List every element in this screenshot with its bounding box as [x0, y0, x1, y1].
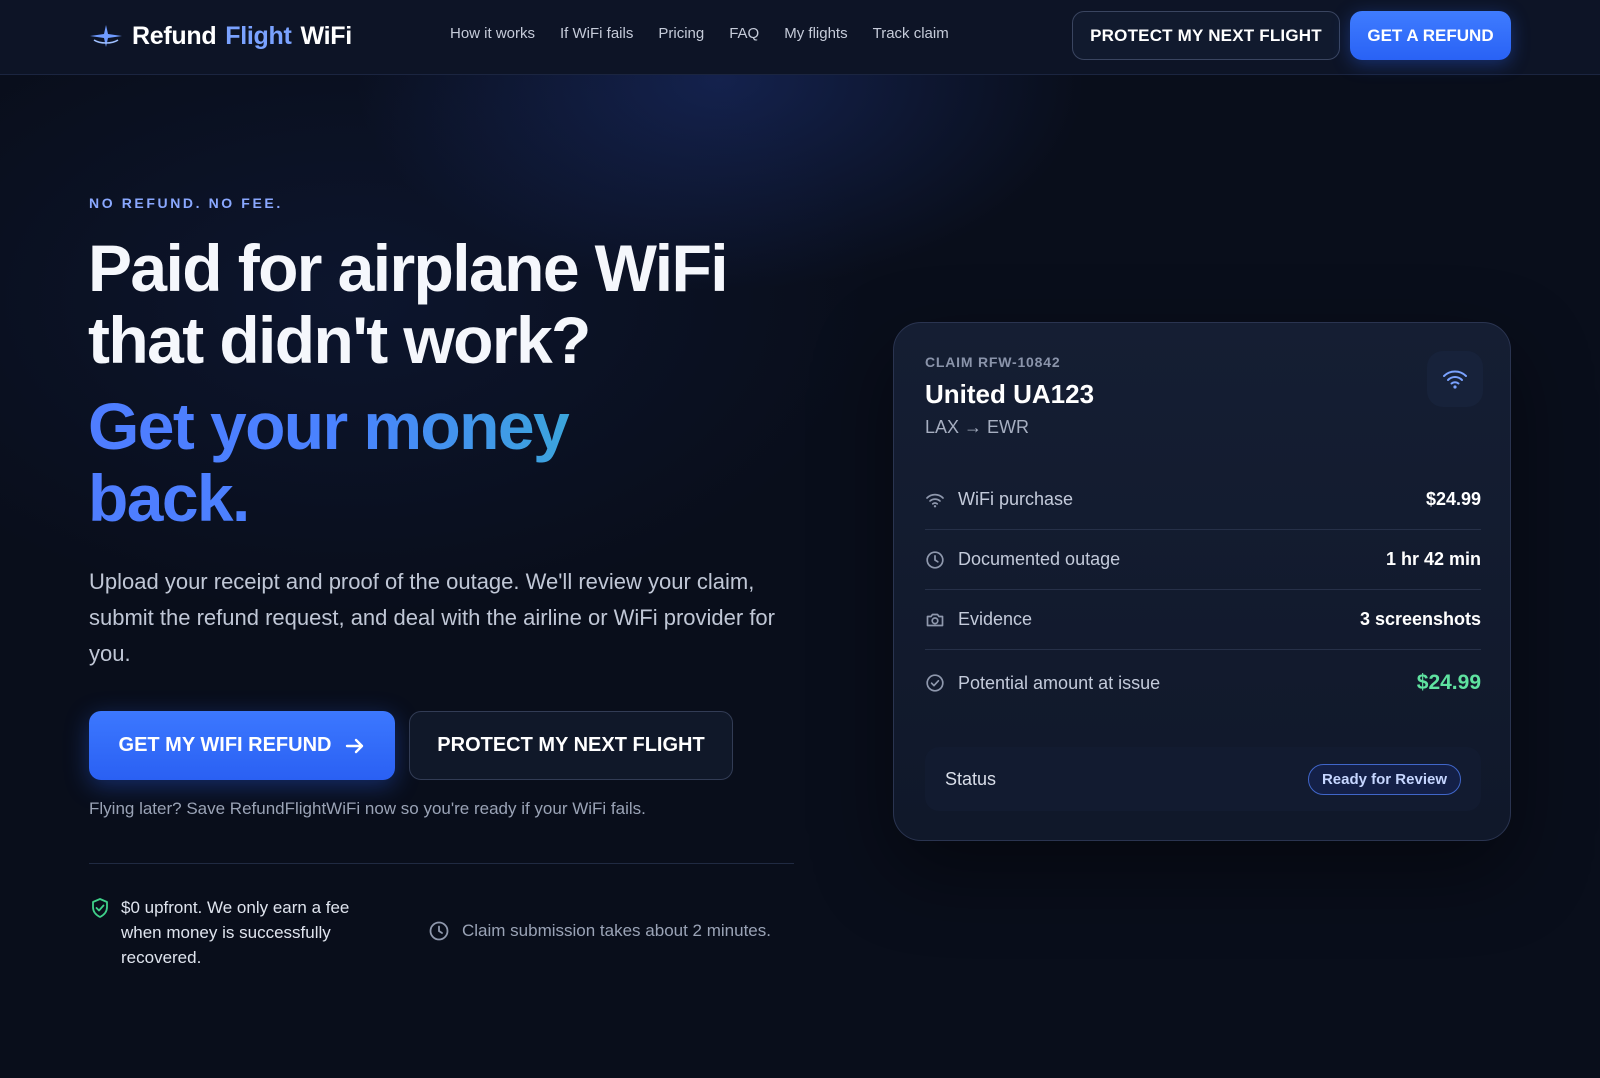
protect-next-flight-button[interactable]: PROTECT MY NEXT FLIGHT [409, 711, 733, 780]
nav-links: How it works If WiFi fails Pricing FAQ M… [450, 25, 974, 42]
claim-row-wifi-purchase: WiFi purchase $24.99 [925, 470, 1481, 530]
flight-route: LAX → EWR [925, 417, 1030, 437]
trust-fee-text: $0 upfront. We only earn a fee when mone… [121, 898, 350, 967]
plane-logo-icon [90, 25, 122, 47]
save-later-note: Flying later? Save RefundFlightWiFi now … [89, 799, 646, 818]
get-wifi-refund-button[interactable]: GET MY WIFI REFUND [89, 711, 395, 780]
hero-headline: Paid for airplane WiFi that didn't work? [88, 231, 729, 377]
claim-status: Status Ready for Review [925, 747, 1481, 811]
nav-link-if-wifi-fails[interactable]: If WiFi fails [560, 25, 633, 42]
nav-link-how-it-works[interactable]: How it works [450, 25, 535, 42]
logo-word-flight: Flight [225, 21, 292, 50]
wifi-icon [1443, 370, 1467, 389]
claim-row-label: Potential amount at issue [958, 672, 1161, 693]
logo-word-refund: Refund [132, 21, 217, 50]
hero-eyebrow: NO REFUND. NO FEE. [89, 195, 283, 211]
claim-row-label: Documented outage [958, 549, 1121, 569]
check-circle-icon [926, 674, 944, 692]
claim-row-value: 3 screenshots [1359, 609, 1481, 629]
status-badge: Ready for Review [1307, 763, 1461, 795]
clock-icon [429, 921, 449, 941]
claim-row-value: $24.99 [1416, 671, 1481, 694]
wifi-badge [1427, 351, 1483, 407]
hero-divider [89, 863, 794, 864]
status-label: Status [945, 768, 997, 789]
get-refund-nav-button[interactable]: GET A REFUND [1350, 11, 1511, 60]
claim-row-documented-outage: Documented outage 1 hr 42 min [925, 530, 1481, 590]
claim-row-label: WiFi purchase [958, 489, 1074, 509]
clock-icon [926, 550, 944, 569]
trust-time-text: Claim submission takes about 2 minutes. [462, 921, 771, 940]
logo[interactable]: Refund Flight WiFi [88, 18, 352, 54]
arrow-right-icon [346, 738, 364, 753]
trust-no-upfront-fee: $0 upfront. We only earn a fee when mone… [89, 895, 409, 970]
claim-card: CLAIM RFW-10842 United UA123 LAX → EWR W… [893, 322, 1511, 841]
claim-row-value: 1 hr 42 min [1385, 549, 1481, 569]
logo-text: Refund Flight WiFi [132, 22, 352, 51]
get-wifi-refund-label: GET MY WIFI REFUND [118, 734, 332, 756]
wifi-icon [926, 493, 944, 507]
camera-icon [926, 613, 944, 626]
nav-link-pricing[interactable]: Pricing [658, 25, 704, 42]
shield-check-icon [92, 898, 108, 918]
top-navigation: Refund Flight WiFi How it works If WiFi fa… [0, 0, 1600, 75]
trust-claim-time: Claim submission takes about 2 minutes. [428, 920, 771, 942]
logo-word-wifi: WiFi [300, 21, 353, 50]
hero-headline-accent: Get your money back. [88, 390, 648, 534]
claim-row-value: $24.99 [1425, 489, 1481, 509]
protect-next-flight-nav-button[interactable]: PROTECT MY NEXT FLIGHT [1072, 11, 1340, 60]
flight-name: United UA123 [925, 379, 1095, 409]
claim-row-evidence: Evidence 3 screenshots [925, 590, 1481, 650]
hero-lead: Upload your receipt and proof of the out… [89, 569, 775, 666]
nav-link-my-flights[interactable]: My flights [784, 25, 847, 42]
nav-link-faq[interactable]: FAQ [729, 25, 759, 42]
claim-id: CLAIM RFW-10842 [925, 354, 1061, 370]
claim-row-label: Evidence [958, 609, 1033, 629]
nav-link-track-claim[interactable]: Track claim [873, 25, 949, 42]
claim-row-potential-amount: Potential amount at issue $24.99 [925, 653, 1481, 713]
